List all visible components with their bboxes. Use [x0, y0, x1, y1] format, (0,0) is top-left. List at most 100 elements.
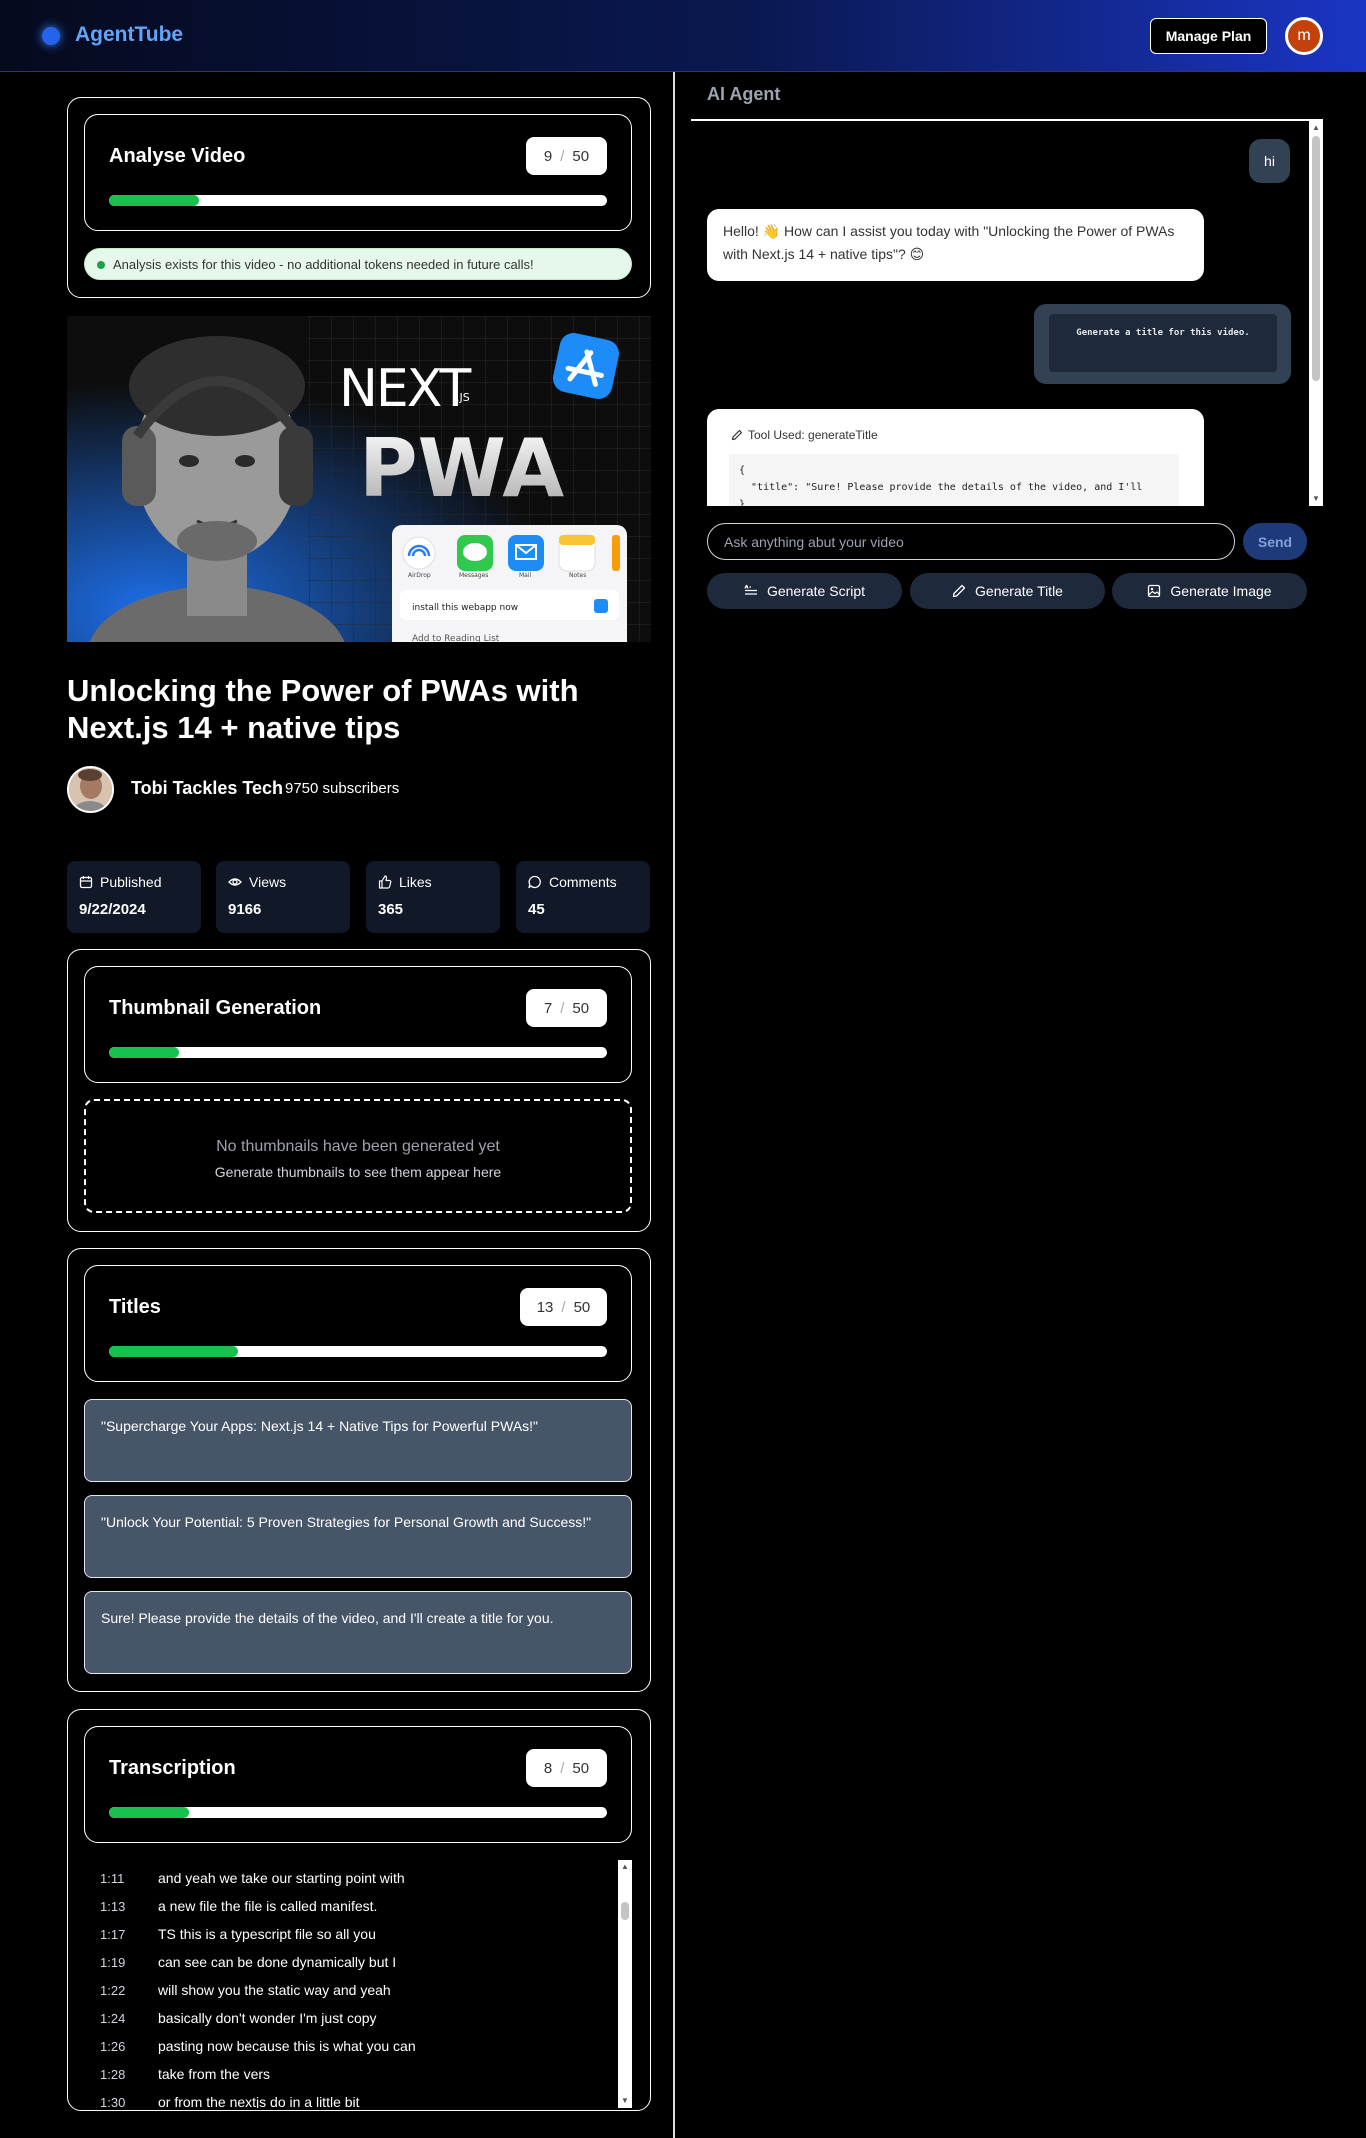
chat-scrollbar[interactable]: ▲ ▼ — [1309, 121, 1323, 506]
stat-comments: Comments 45 — [516, 861, 650, 933]
analysis-notice-text: Analysis exists for this video - no addi… — [113, 256, 534, 272]
progress-fill — [109, 1807, 189, 1818]
transcript-time: 1:24 — [100, 2010, 126, 2026]
transcript-row[interactable]: 1:24 basically don't wonder I'm just copy — [84, 2004, 377, 2032]
user-avatar[interactable]: m — [1285, 17, 1323, 55]
stat-label: Views — [249, 874, 287, 890]
thumb-app-label-4: Notes — [569, 572, 586, 579]
thumbnail-progress-bar — [109, 1047, 607, 1058]
transcript-row[interactable]: 1:19 can see can be done dynamically but … — [84, 1948, 396, 1976]
tool-message: Tool Used: generateTitle { "title": "Sur… — [707, 409, 1204, 506]
stat-value: 365 — [378, 901, 404, 918]
thumbnails-empty-state: No thumbnails have been generated yet Ge… — [84, 1099, 632, 1213]
stat-views: Views 9166 — [216, 861, 350, 933]
scroll-down-icon[interactable]: ▼ — [621, 2096, 629, 2105]
scroll-thumb[interactable] — [621, 1902, 629, 1920]
transcript-list[interactable]: 1:11 and yeah we take our starting point … — [84, 1860, 632, 2108]
subscriber-count: 9750 subscribers — [285, 780, 400, 797]
transcript-time: 1:17 — [100, 1926, 126, 1942]
analyse-title: Analyse Video — [109, 145, 246, 167]
transcript-row[interactable]: 1:28 take from the vers — [84, 2060, 270, 2088]
progress-fill — [109, 1047, 179, 1058]
thumb-brand-suffix: .JS — [456, 391, 470, 404]
transcript-time: 1:13 — [100, 1898, 126, 1914]
generate-script-button[interactable]: Generate Script — [707, 573, 902, 609]
video-thumbnail[interactable]: NEXT .JS PWA AirDrop Messages Mail Notes… — [67, 316, 651, 642]
analyse-usage-count: 9 / 50 — [526, 137, 607, 175]
transcript-time: 1:22 — [100, 1982, 126, 1998]
send-button[interactable]: Send — [1243, 523, 1307, 560]
scroll-up-icon[interactable]: ▲ — [621, 1862, 629, 1871]
transcript-row[interactable]: 1:17 TS this is a typescript file so all … — [84, 1920, 376, 1948]
pencil-icon — [731, 429, 743, 441]
transcript-text: will show you the static way and yeah — [158, 1982, 391, 1998]
usage-used: 9 — [543, 147, 553, 165]
scroll-up-icon[interactable]: ▲ — [1312, 123, 1320, 132]
thumbs-up-icon — [378, 875, 392, 889]
thumbnail-usage-box: Thumbnail Generation 7 / 50 — [84, 966, 632, 1083]
stat-likes: Likes 365 — [366, 861, 500, 933]
stat-value: 45 — [528, 901, 545, 918]
transcript-row[interactable]: 1:11 and yeah we take our starting point … — [84, 1864, 405, 1892]
transcription-usage-box: Transcription 8 / 50 — [84, 1726, 632, 1843]
transcript-text: or from the nextjs do in a little bit — [158, 2094, 360, 2108]
transcript-time: 1:19 — [100, 1954, 126, 1970]
calendar-icon — [79, 875, 93, 889]
transcript-text: TS this is a typescript file so all you — [158, 1926, 376, 1942]
transcript-time: 1:28 — [100, 2066, 126, 2082]
transcript-row[interactable]: 1:30 or from the nextjs do in a little bi… — [84, 2088, 360, 2108]
stat-value: 9/22/2024 — [79, 901, 146, 918]
manage-plan-button[interactable]: Manage Plan — [1150, 18, 1267, 54]
generate-image-button[interactable]: Generate Image — [1112, 573, 1307, 609]
titles-usage-count: 13 / 50 — [520, 1288, 607, 1326]
scroll-down-icon[interactable]: ▼ — [1312, 494, 1320, 503]
app-logo-text[interactable]: AgentTube — [75, 23, 183, 47]
empty-state-subtitle: Generate thumbnails to see them appear h… — [214, 1164, 502, 1180]
thumb-app-label-2: Messages — [459, 572, 488, 579]
stat-value: 9166 — [228, 901, 262, 918]
usage-used: 8 — [543, 1759, 553, 1777]
transcript-scrollbar[interactable]: ▲ ▼ — [618, 1860, 632, 2108]
transcript-row[interactable]: 1:26 pasting now because this is what you… — [84, 2032, 416, 2060]
thumb-app-label-1: AirDrop — [408, 572, 431, 579]
title-suggestion[interactable]: Sure! Please provide the details of the … — [84, 1591, 632, 1674]
assistant-message: Hello! 👋 How can I assist you today with… — [707, 209, 1204, 281]
empty-state-title: No thumbnails have been generated yet — [216, 1138, 500, 1155]
tool-used-label: Tool Used: generateTitle — [748, 428, 878, 442]
transcription-title: Transcription — [109, 1757, 236, 1779]
transcript-row[interactable]: 1:22 will show you the static way and yea… — [84, 1976, 391, 2004]
channel-name[interactable]: Tobi Tackles Tech — [131, 778, 283, 799]
progress-fill — [109, 1346, 239, 1357]
top-header: AgentTube Manage Plan m — [0, 0, 1366, 72]
app-store-icon — [553, 333, 619, 399]
generate-title-button[interactable]: Generate Title — [910, 573, 1105, 609]
image-icon — [1147, 584, 1161, 598]
tool-output-code: { "title": "Sure! Please provide the det… — [729, 454, 1179, 506]
scroll-thumb[interactable] — [1312, 136, 1320, 381]
thumbnail-usage-count: 7 / 50 — [526, 989, 607, 1027]
usage-limit: 50 — [572, 147, 590, 165]
user-message-code: Generate a title for this video. — [1049, 314, 1277, 372]
stat-label: Likes — [399, 874, 432, 890]
script-icon — [744, 584, 758, 598]
panel-divider — [673, 72, 675, 2138]
chat-window[interactable]: hi Hello! 👋 How can I assist you today w… — [691, 121, 1323, 506]
title-suggestion[interactable]: "Unlock Your Potential: 5 Proven Strateg… — [84, 1495, 632, 1578]
titles-usage-box: Titles 13 / 50 — [84, 1265, 632, 1382]
thumbnail-generation-title: Thumbnail Generation — [109, 997, 322, 1019]
transcript-text: a new file the file is called manifest. — [158, 1898, 378, 1914]
chat-input[interactable]: Ask anything abut your video — [707, 523, 1235, 560]
transcript-text: and yeah we take our starting point with — [158, 1870, 405, 1886]
title-suggestion[interactable]: "Supercharge Your Apps: Next.js 14 + Nat… — [84, 1399, 632, 1482]
analyse-progress-bar — [109, 195, 607, 206]
channel-avatar[interactable] — [67, 766, 114, 813]
usage-separator: / — [561, 1298, 566, 1316]
ai-agent-heading: AI Agent — [707, 84, 781, 104]
usage-used: 13 — [536, 1298, 554, 1316]
usage-separator: / — [560, 147, 565, 165]
transcript-text: can see can be done dynamically but I — [158, 1954, 397, 1970]
stat-published: Published 9/22/2024 — [67, 861, 201, 933]
usage-limit: 50 — [572, 1759, 590, 1777]
transcript-row[interactable]: 1:13 a new file the file is called manife… — [84, 1892, 377, 1920]
transcription-progress-bar — [109, 1807, 607, 1818]
